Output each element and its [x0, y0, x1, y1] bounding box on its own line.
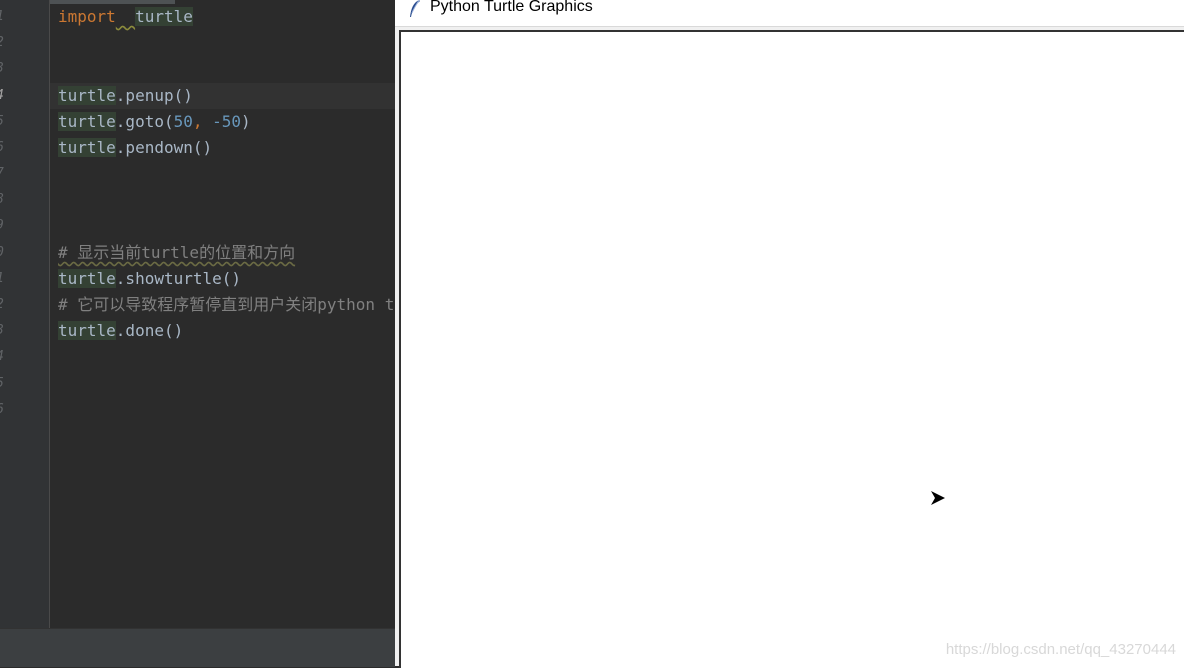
code-line-penup[interactable]: turtle.penup() [58, 83, 193, 109]
line-number: 6 [0, 397, 16, 423]
line-number: 0 [0, 240, 16, 266]
line-number: 7 [0, 161, 16, 187]
code-line-done[interactable]: turtle.done() [58, 318, 183, 344]
turtle-graphics-window[interactable]: Python Turtle Graphics [395, 0, 1184, 668]
code-text: .showturtle() [115, 269, 242, 288]
watermark-text: https://blog.csdn.net/qq_43270444 [945, 641, 1176, 658]
identifier-turtle: turtle [135, 7, 193, 26]
identifier-turtle: turtle [58, 86, 116, 105]
code-line-goto[interactable]: turtle.goto(50, -50) [58, 109, 251, 135]
window-title: Python Turtle Graphics [430, 0, 593, 15]
identifier-turtle: turtle [58, 112, 116, 131]
identifier-turtle: turtle [58, 269, 116, 288]
line-number: 2 [0, 30, 16, 56]
keyword-import: import [58, 7, 116, 26]
feather-icon [410, 0, 420, 17]
number-literal: 50 [173, 112, 193, 131]
code-line-showturtle[interactable]: turtle.showturtle() [58, 266, 241, 292]
code-text: .pendown() [115, 138, 213, 157]
line-number-gutter: 1 2 3 4 5 6 7 8 9 0 1 2 3 4 5 6 [0, 0, 50, 628]
line-number: 1 [0, 266, 16, 292]
code-editor[interactable]: 1 2 3 4 5 6 7 8 9 0 1 2 3 4 5 6 import t… [0, 0, 395, 628]
line-number: 9 [0, 213, 16, 239]
comment-text: # 显示当前turtle的位置和方向 [58, 243, 296, 262]
comment-text: # 它可以导致程序暂停直到用户关闭python t [58, 295, 395, 314]
identifier-turtle: turtle [58, 321, 116, 340]
code-line-pendown[interactable]: turtle.pendown() [58, 135, 212, 161]
turtle-canvas[interactable] [399, 30, 1184, 668]
code-text: .done() [115, 321, 184, 340]
line-number: 8 [0, 187, 16, 213]
code-text: ) [241, 112, 251, 131]
code-line-comment[interactable]: # 它可以导致程序暂停直到用户关闭python t [58, 292, 394, 318]
window-title-bar[interactable]: Python Turtle Graphics [395, 0, 1184, 27]
line-number: 6 [0, 135, 16, 161]
identifier-turtle: turtle [58, 138, 116, 157]
code-separator: , [192, 112, 213, 131]
number-literal: -50 [212, 112, 242, 131]
code-text: .goto( [115, 112, 174, 131]
line-number: 3 [0, 56, 16, 82]
arrow-cursor-icon [931, 491, 945, 505]
line-number: 5 [0, 371, 16, 397]
code-line-comment[interactable]: # 显示当前turtle的位置和方向 [58, 240, 295, 266]
line-number: 4 [0, 83, 16, 109]
code-line-import[interactable]: import turtle [58, 4, 193, 30]
line-number: 1 [0, 4, 16, 30]
line-number: 3 [0, 318, 16, 344]
line-number: 2 [0, 292, 16, 318]
editor-status-strip [0, 628, 395, 667]
line-number: 5 [0, 109, 16, 135]
line-number: 4 [0, 344, 16, 370]
code-text: .penup() [115, 86, 193, 105]
